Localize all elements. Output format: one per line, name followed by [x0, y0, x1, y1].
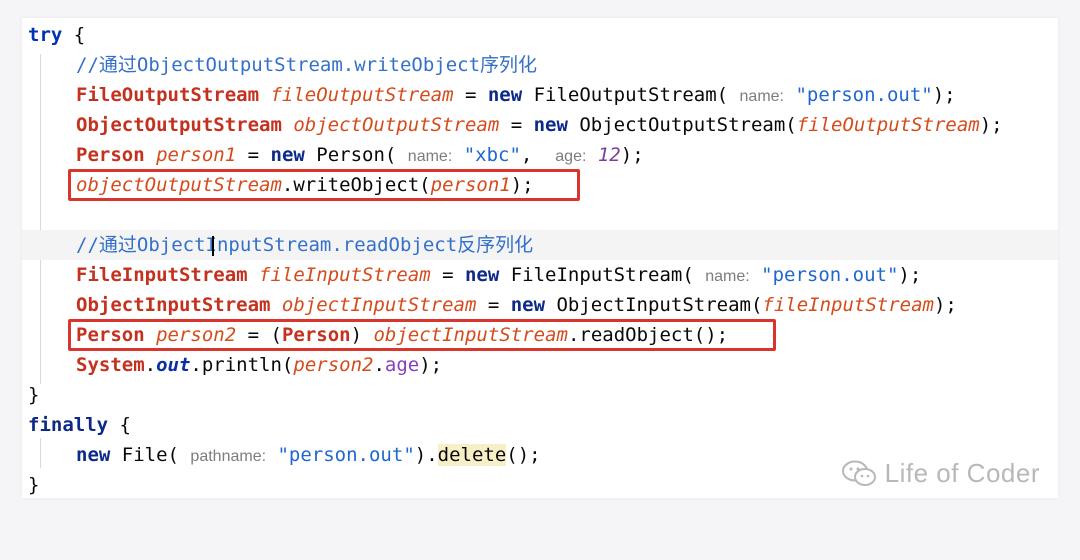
wechat-icon: [841, 459, 879, 489]
comment: //通过ObjectOutputStream.writeObject序列化: [76, 54, 538, 76]
code-text: {: [108, 414, 131, 436]
variable: fileInputStream: [762, 294, 934, 316]
code-text: ,: [520, 144, 544, 166]
code-line[interactable]: try {: [22, 20, 1058, 50]
code-editor[interactable]: try { //通过ObjectOutputStream.writeObject…: [22, 18, 1058, 498]
code-text: );: [933, 294, 957, 316]
variable: person2: [293, 354, 374, 376]
code-text: );: [979, 114, 1003, 136]
comment: //通过Object: [76, 234, 206, 256]
code-line[interactable]: ObjectOutputStream objectOutputStream = …: [22, 110, 1058, 140]
class-name: System: [76, 354, 145, 376]
type-name: ObjectInputStream: [76, 294, 271, 316]
code-text: Person(: [304, 144, 397, 166]
operator: =: [499, 114, 534, 136]
code-line[interactable]: FileOutputStream fileOutputStream = new …: [22, 80, 1058, 110]
type-name: Person: [76, 144, 145, 166]
code-text: ();: [506, 444, 541, 466]
keyword: new: [510, 294, 546, 316]
code-text: ObjectInputStream(: [545, 294, 763, 316]
code-line[interactable]: }: [22, 380, 1058, 410]
code-text: ObjectOutputStream(: [567, 114, 797, 136]
keyword: new: [464, 264, 500, 286]
code-text: .: [373, 354, 385, 376]
variable: fileInputStream: [259, 264, 431, 286]
type-name: FileOutputStream: [76, 84, 260, 106]
keyword: finally: [28, 414, 109, 436]
keyword: try: [28, 24, 63, 46]
variable: person1: [156, 144, 237, 166]
code-line[interactable]: FileInputStream fileInputStream = new Fi…: [22, 260, 1058, 290]
code-line[interactable]: //通过ObjectOutputStream.writeObject序列化: [22, 50, 1058, 80]
number-literal: 12: [597, 144, 621, 166]
text-caret: [212, 236, 214, 256]
keyword: new: [76, 444, 111, 466]
highlight-box-read: [68, 319, 776, 351]
param-hint: name:: [705, 268, 750, 285]
code-line[interactable]: ObjectInputStream objectInputStream = ne…: [22, 290, 1058, 320]
operator: =: [476, 294, 511, 316]
code-text: }: [28, 384, 40, 406]
field-name: age: [384, 354, 420, 376]
code-text: File(: [110, 444, 179, 466]
code-line[interactable]: finally {: [22, 410, 1058, 440]
operator: =: [430, 264, 465, 286]
code-text: );: [419, 354, 443, 376]
code-text: .println(: [190, 354, 294, 376]
deprecated-method: delete: [437, 444, 507, 466]
operator: =: [453, 84, 488, 106]
code-text: FileInputStream(: [499, 264, 694, 286]
code-text: }: [28, 474, 40, 496]
string-literal: "person.out": [795, 84, 933, 106]
highlight-box-write: [68, 169, 580, 201]
param-hint: pathname:: [190, 448, 267, 465]
string-literal: "person.out": [277, 444, 415, 466]
code-text: );: [898, 264, 922, 286]
param-hint: name:: [739, 88, 784, 105]
string-literal: "xbc": [463, 144, 521, 166]
code-text: ).: [414, 444, 438, 466]
keyword: new: [270, 144, 305, 166]
param-hint: age:: [555, 148, 587, 165]
static-field: out: [156, 354, 191, 376]
param-hint: name:: [407, 148, 453, 165]
variable: fileOutputStream: [796, 114, 980, 136]
type-name: ObjectOutputStream: [76, 114, 282, 136]
code-text: {: [62, 24, 86, 46]
code-line[interactable]: System.out.println(person2.age);: [22, 350, 1058, 380]
code-line[interactable]: [22, 200, 1058, 230]
watermark-text: Life of Coder: [884, 458, 1040, 488]
code-text: FileOutputStream(: [522, 84, 729, 106]
code-text: );: [620, 144, 644, 166]
code-text: );: [932, 84, 956, 106]
variable: objectInputStream: [281, 294, 477, 316]
type-name: FileInputStream: [76, 264, 248, 286]
operator: =: [236, 144, 271, 166]
keyword: new: [533, 114, 568, 136]
variable: fileOutputStream: [270, 84, 454, 106]
keyword: new: [487, 84, 523, 106]
code-text: .: [144, 354, 157, 376]
string-literal: "person.out": [761, 264, 899, 286]
variable: objectOutputStream: [293, 114, 500, 136]
code-line[interactable]: Person person1 = new Person( name: "xbc"…: [22, 140, 1058, 170]
comment: InputStream.readObject反序列化: [205, 234, 534, 256]
code-line-current[interactable]: //通过ObjectInputStream.readObject反序列化: [22, 230, 1058, 260]
watermark: Life of Coder: [841, 458, 1040, 489]
